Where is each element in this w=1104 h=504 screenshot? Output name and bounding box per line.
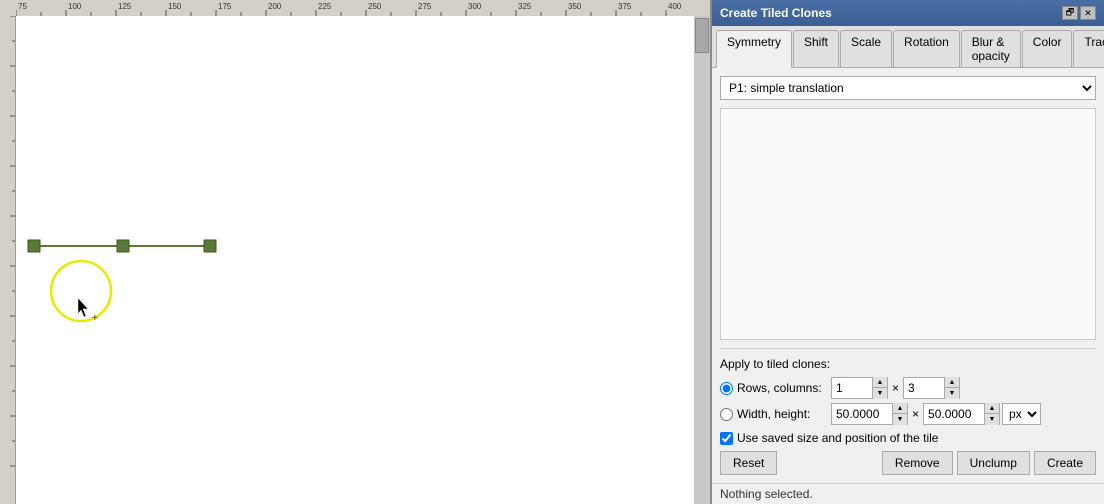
apply-label: Apply to tiled clones: xyxy=(720,357,1096,371)
svg-text:200: 200 xyxy=(268,2,282,11)
tab-color[interactable]: Color xyxy=(1022,30,1073,67)
ruler-svg: 75 100 125 150 175 200 225 250 275 xyxy=(16,0,694,16)
svg-text:300: 300 xyxy=(468,2,482,11)
rows-input[interactable] xyxy=(832,378,872,398)
vertical-scrollbar[interactable] xyxy=(694,16,710,504)
checkbox-label: Use saved size and position of the tile xyxy=(737,431,938,445)
rows-arrows: ▲ ▼ xyxy=(872,377,887,399)
symmetry-dropdown-row: P1: simple translation xyxy=(720,76,1096,100)
symmetry-content-area xyxy=(720,108,1096,340)
canvas-area: 75 100 125 150 175 200 225 250 275 xyxy=(0,0,710,504)
scrollbar-thumb[interactable] xyxy=(695,18,709,53)
canvas-content: + xyxy=(16,16,710,504)
svg-text:225: 225 xyxy=(318,2,332,11)
rows-spin-down[interactable]: ▼ xyxy=(873,388,887,399)
svg-text:250: 250 xyxy=(368,2,382,11)
svg-text:375: 375 xyxy=(618,2,632,11)
tab-symmetry[interactable]: Symmetry xyxy=(716,30,792,68)
cols-spin-up[interactable]: ▲ xyxy=(945,377,959,388)
svg-text:400: 400 xyxy=(668,2,682,11)
vertical-ruler xyxy=(0,16,16,504)
svg-text:350: 350 xyxy=(568,2,582,11)
symmetry-dropdown-container[interactable]: P1: simple translation xyxy=(720,76,1096,100)
height-spin-up[interactable]: ▲ xyxy=(985,403,999,414)
svg-text:75: 75 xyxy=(18,2,27,11)
height-spinbox[interactable]: ▲ ▼ xyxy=(923,403,1000,425)
unit-select[interactable]: px xyxy=(1002,403,1041,425)
apply-section: Apply to tiled clones: Rows, columns: ▲ … xyxy=(720,348,1096,475)
dialog-tabs: Symmetry Shift Scale Rotation Blur & opa… xyxy=(712,26,1104,68)
cols-spin-down[interactable]: ▼ xyxy=(945,388,959,399)
svg-text:125: 125 xyxy=(118,2,132,11)
svg-text:325: 325 xyxy=(518,2,532,11)
buttons-row: Reset Remove Unclump Create xyxy=(720,451,1096,475)
remove-button[interactable]: Remove xyxy=(882,451,953,475)
rows-spinbox[interactable]: ▲ ▼ xyxy=(831,377,888,399)
rows-cols-label: Rows, columns: xyxy=(737,381,827,395)
svg-text:+: + xyxy=(92,313,98,324)
horizontal-ruler: 75 100 125 150 175 200 225 250 275 xyxy=(16,0,694,16)
width-input[interactable] xyxy=(832,404,892,424)
width-spin-down[interactable]: ▼ xyxy=(893,414,907,425)
svg-text:150: 150 xyxy=(168,2,182,11)
width-arrows: ▲ ▼ xyxy=(892,403,907,425)
width-height-label: Width, height: xyxy=(737,407,827,421)
width-spinbox[interactable]: ▲ ▼ xyxy=(831,403,908,425)
rows-cols-cross: × xyxy=(890,381,901,395)
cols-spinbox[interactable]: ▲ ▼ xyxy=(903,377,960,399)
dialog-titlebar: Create Tiled Clones 🗗 ✕ xyxy=(712,0,1104,26)
status-text: Nothing selected. xyxy=(720,487,813,501)
tab-blur-opacity[interactable]: Blur & opacity xyxy=(961,30,1021,67)
svg-text:175: 175 xyxy=(218,2,232,11)
unclump-button[interactable]: Unclump xyxy=(957,451,1030,475)
height-spin-down[interactable]: ▼ xyxy=(985,414,999,425)
height-input[interactable] xyxy=(924,404,984,424)
rows-cols-row: Rows, columns: ▲ ▼ × ▲ ▼ xyxy=(720,377,1096,399)
dialog-panel: Create Tiled Clones 🗗 ✕ Symmetry Shift S… xyxy=(710,0,1104,504)
close-button[interactable]: ✕ xyxy=(1080,6,1096,20)
width-spin-up[interactable]: ▲ xyxy=(893,403,907,414)
height-arrows: ▲ ▼ xyxy=(984,403,999,425)
svg-text:275: 275 xyxy=(418,2,432,11)
svg-text:100: 100 xyxy=(68,2,82,11)
vruler-svg xyxy=(0,16,16,504)
tab-shift[interactable]: Shift xyxy=(793,30,839,67)
width-height-radio[interactable] xyxy=(720,408,733,421)
wh-spinbox-group: ▲ ▼ × ▲ ▼ px xyxy=(831,403,1041,425)
width-height-row: Width, height: ▲ ▼ × ▲ ▼ xyxy=(720,403,1096,425)
tab-rotation[interactable]: Rotation xyxy=(893,30,960,67)
cols-arrows: ▲ ▼ xyxy=(944,377,959,399)
rows-cols-radio[interactable] xyxy=(720,382,733,395)
checkbox-row: Use saved size and position of the tile xyxy=(720,431,1096,445)
wh-cross: × xyxy=(910,407,921,421)
restore-button[interactable]: 🗗 xyxy=(1062,6,1078,20)
symmetry-select[interactable]: P1: simple translation xyxy=(720,76,1096,100)
reset-button[interactable]: Reset xyxy=(720,451,777,475)
title-buttons: 🗗 ✕ xyxy=(1062,6,1096,20)
saved-size-checkbox[interactable] xyxy=(720,432,733,445)
tab-trace[interactable]: Trace xyxy=(1073,30,1104,67)
tab-scale[interactable]: Scale xyxy=(840,30,892,67)
cols-input[interactable] xyxy=(904,378,944,398)
drawing-svg: + xyxy=(16,16,696,504)
create-button[interactable]: Create xyxy=(1034,451,1096,475)
status-bar: Nothing selected. xyxy=(712,483,1104,504)
white-canvas: + xyxy=(16,16,696,504)
dialog-content: P1: simple translation Apply to tiled cl… xyxy=(712,68,1104,483)
rows-spin-up[interactable]: ▲ xyxy=(873,377,887,388)
rows-spinbox-group: ▲ ▼ × ▲ ▼ xyxy=(831,377,960,399)
dialog-title: Create Tiled Clones xyxy=(720,6,832,20)
